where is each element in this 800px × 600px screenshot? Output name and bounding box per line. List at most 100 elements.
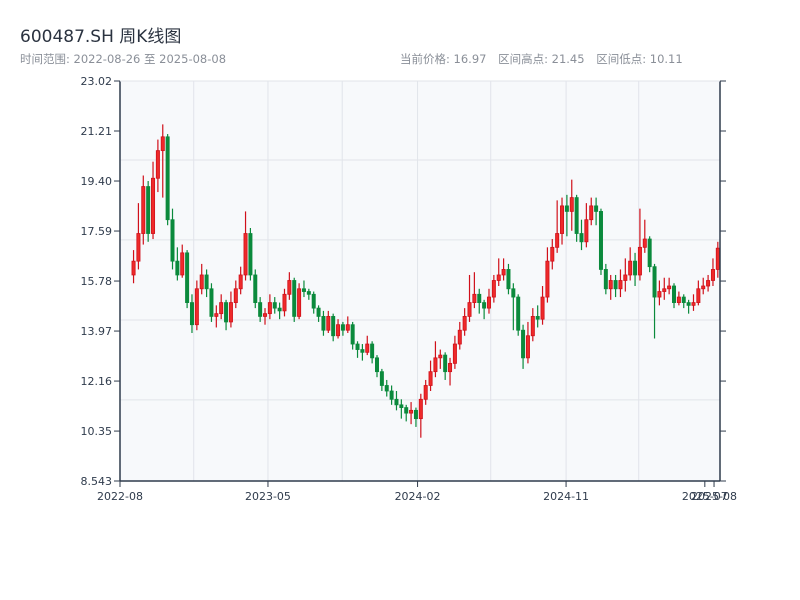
y-tick-label: 13.97 <box>81 325 113 338</box>
candle-body <box>175 260 180 276</box>
candle-body <box>399 404 404 408</box>
candle-body <box>428 371 433 386</box>
x-tick-label: 2023-05 <box>245 490 291 503</box>
candle-body <box>681 296 686 303</box>
candle-body <box>272 302 277 309</box>
candle-body <box>316 307 321 317</box>
candle-body <box>180 252 185 276</box>
candle-body <box>701 285 706 290</box>
candle-body <box>623 274 628 281</box>
candle-body <box>384 385 389 392</box>
candle-body <box>530 316 535 337</box>
candle-body <box>433 357 438 373</box>
candle-body <box>194 288 199 326</box>
candle-body <box>219 302 224 315</box>
y-tick-label: 12.16 <box>81 375 113 388</box>
candle-body <box>472 293 477 303</box>
candle-body <box>589 205 594 221</box>
candle-body <box>311 293 316 309</box>
candle-body <box>715 247 720 270</box>
candle-body <box>151 177 156 234</box>
candle-down <box>209 283 214 322</box>
candle-body <box>404 407 409 414</box>
candle-body <box>301 288 306 292</box>
candle-body <box>394 398 399 406</box>
y-tick-label: 19.40 <box>81 175 113 188</box>
y-tick-label: 17.59 <box>81 225 113 238</box>
candle-body <box>365 343 370 353</box>
candle-body <box>710 269 715 281</box>
candle-down <box>647 236 652 273</box>
candle-body <box>355 343 360 350</box>
x-tick-label: 2025-08 <box>691 490 737 503</box>
candle-body <box>521 329 526 359</box>
candle-body <box>224 302 229 323</box>
candle-body <box>209 288 214 317</box>
candle-body <box>263 313 268 317</box>
x-tick-label: 2024-02 <box>395 490 441 503</box>
candle-body <box>321 316 326 331</box>
candle-body <box>691 302 696 306</box>
y-tick-label: 21.21 <box>81 125 113 138</box>
candle-down <box>185 250 190 309</box>
candle-body <box>633 260 638 276</box>
candle-body <box>379 371 384 386</box>
candle-body <box>350 324 355 345</box>
candle-body <box>506 269 511 290</box>
x-tick-label: 2022-08 <box>97 490 143 503</box>
candlestick-chart: 23.02 21.21 19.40 17.59 15.78 13.97 12.16 10.35… <box>81 75 738 503</box>
candle-body <box>603 269 608 290</box>
candle-body <box>482 302 487 309</box>
candle-body <box>189 302 194 326</box>
candle-body <box>253 274 258 303</box>
candle-body <box>146 186 151 234</box>
candle-body <box>131 260 136 276</box>
candle-body <box>345 324 350 331</box>
candle-body <box>233 288 238 303</box>
candle-down <box>516 294 521 336</box>
candle-body <box>409 409 414 414</box>
candle-down <box>292 277 297 322</box>
candle-body <box>608 280 613 290</box>
plot-background <box>120 81 720 481</box>
candle-body <box>535 316 540 320</box>
candle-body <box>413 409 418 420</box>
candle-body <box>550 246 555 262</box>
candle-body <box>696 288 701 303</box>
candle-body <box>155 150 160 179</box>
candle-body <box>336 324 341 337</box>
candle-down <box>248 227 253 281</box>
candle-body <box>452 343 457 364</box>
candle-body <box>564 205 569 212</box>
candle-body <box>423 385 428 400</box>
candle-body <box>375 357 380 373</box>
candle-body <box>545 260 550 298</box>
candle-body <box>496 274 501 281</box>
candle-body <box>214 313 219 317</box>
candle-body <box>462 316 467 331</box>
candle-body <box>258 302 263 317</box>
candle-body <box>598 211 603 270</box>
candle-body <box>662 288 667 292</box>
candle-body <box>331 316 336 337</box>
y-tick-label: 15.78 <box>81 275 113 288</box>
candle-body <box>555 233 560 248</box>
candle-body <box>613 280 618 290</box>
candle-body <box>199 274 204 290</box>
y-tick-label: 10.35 <box>81 425 113 438</box>
candle-body <box>297 288 302 317</box>
candle-body <box>657 291 662 298</box>
candle-body <box>467 302 472 317</box>
candle-body <box>277 307 282 312</box>
candle-body <box>160 136 165 152</box>
candle-body <box>141 186 146 234</box>
candle-body <box>628 260 633 276</box>
candle-body <box>525 335 530 359</box>
candle-body <box>448 362 453 373</box>
candle-body <box>594 205 599 212</box>
x-tick-label: 2024-11 <box>543 490 589 503</box>
candle-body <box>360 349 365 353</box>
y-tick-label: 8.543 <box>81 475 113 488</box>
candle-body <box>287 280 292 295</box>
candle-body <box>511 288 516 298</box>
